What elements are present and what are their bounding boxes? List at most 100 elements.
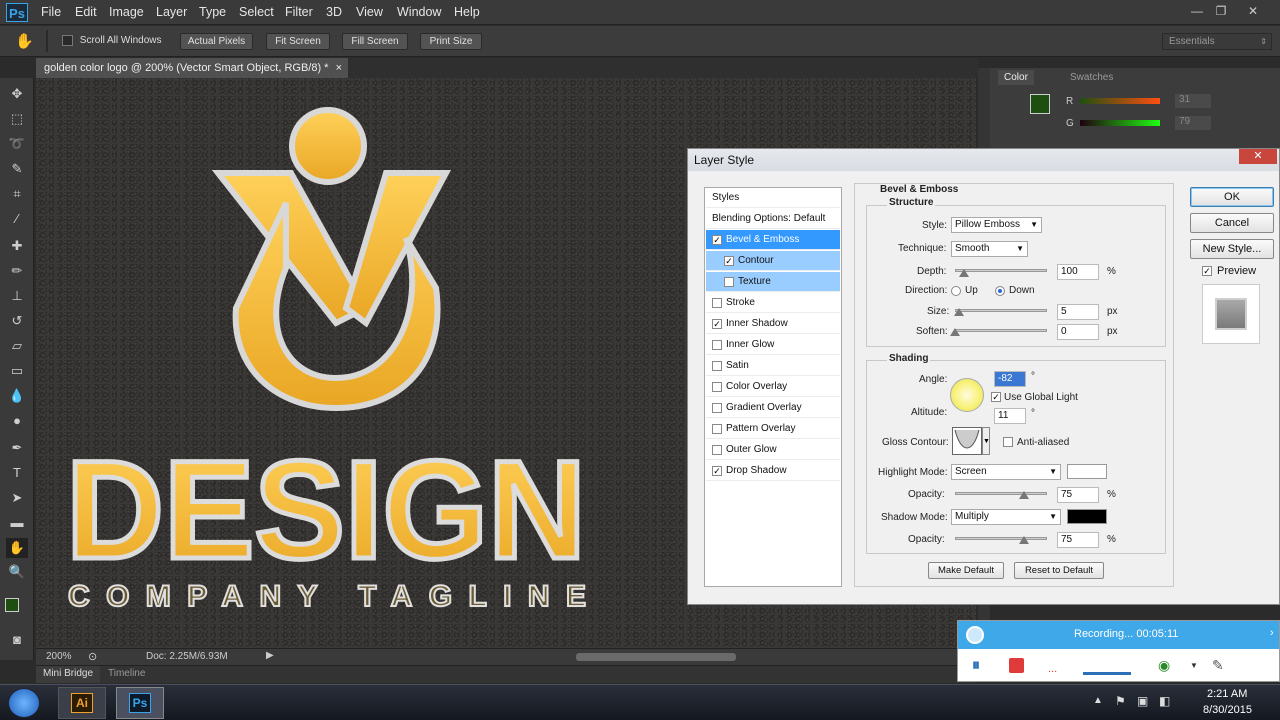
gloss-contour-dropdown-icon[interactable]: ▼ <box>982 427 990 455</box>
draw-icon[interactable]: ... <box>1048 663 1057 675</box>
menu-image[interactable]: Image <box>109 5 144 19</box>
checkbox-inner-shadow[interactable]: ✓ <box>712 319 722 329</box>
crop-tool-icon[interactable]: ⌗ <box>6 184 28 204</box>
healing-brush-icon[interactable]: ✚ <box>6 236 28 256</box>
depth-input[interactable]: 100 <box>1057 264 1099 280</box>
pause-icon[interactable]: ⏸ <box>972 657 980 675</box>
stamp-tool-icon[interactable]: ⊥ <box>6 286 28 306</box>
style-outer-glow[interactable]: Outer Glow <box>706 440 840 460</box>
shadow-opacity-input[interactable]: 75 <box>1057 532 1099 548</box>
type-tool-icon[interactable]: T <box>6 463 28 483</box>
menu-help[interactable]: Help <box>454 5 480 19</box>
close-window-icon[interactable]: ✕ <box>1242 2 1264 20</box>
restore-icon[interactable]: ❐ <box>1210 2 1232 20</box>
audio-level-icon[interactable] <box>1083 659 1131 675</box>
angle-input[interactable]: -82 <box>994 371 1026 387</box>
styles-header[interactable]: Styles <box>706 188 840 208</box>
r-value[interactable]: 31 <box>1175 94 1211 108</box>
menu-window[interactable]: Window <box>397 5 441 19</box>
dialog-title[interactable]: Layer Style <box>688 149 1279 171</box>
hand-tool-active-icon[interactable]: ✋ <box>6 538 28 558</box>
shape-tool-icon[interactable]: ▬ <box>6 513 28 533</box>
new-style-button[interactable]: New Style... <box>1190 239 1274 259</box>
soften-slider-thumb[interactable] <box>950 328 960 336</box>
style-drop-shadow[interactable]: ✓ Drop Shadow <box>706 461 840 481</box>
stop-icon[interactable] <box>1009 658 1024 673</box>
shadow-mode-select[interactable]: Multiply ▼ <box>951 509 1061 525</box>
zoom-tool-icon[interactable]: 🔍 <box>6 562 28 582</box>
style-inner-glow[interactable]: Inner Glow <box>706 335 840 355</box>
pen-icon[interactable]: ✎ <box>1212 657 1224 674</box>
direction-up-radio[interactable] <box>951 286 961 296</box>
depth-slider-thumb[interactable] <box>959 269 969 277</box>
use-global-light-checkbox[interactable]: ✓ <box>991 392 1001 402</box>
angle-dial[interactable] <box>950 378 984 412</box>
checkbox-texture[interactable] <box>724 277 734 287</box>
path-select-icon[interactable]: ➤ <box>6 488 28 508</box>
shadow-opacity-slider[interactable] <box>955 537 1047 540</box>
taskbar-illustrator[interactable]: Ai <box>58 687 106 719</box>
style-stroke[interactable]: Stroke <box>706 293 840 313</box>
menu-file[interactable]: File <box>41 5 61 19</box>
workspace-select[interactable]: Essentials ⇕ <box>1162 33 1272 50</box>
size-slider[interactable] <box>955 309 1047 312</box>
style-texture[interactable]: Texture <box>706 272 840 292</box>
close-tab-icon[interactable]: × <box>336 58 342 78</box>
direction-down-radio[interactable] <box>995 286 1005 296</box>
ok-button[interactable]: OK <box>1190 187 1274 207</box>
anti-aliased-checkbox[interactable] <box>1003 437 1013 447</box>
status-arrow-icon[interactable]: ▶ <box>266 650 274 661</box>
actual-pixels-button[interactable]: Actual Pixels <box>180 33 253 50</box>
horizontal-scrollbar[interactable] <box>576 653 736 661</box>
make-default-button[interactable]: Make Default <box>928 562 1004 579</box>
technique-select[interactable]: Smooth ▼ <box>951 241 1028 257</box>
g-value[interactable]: 79 <box>1175 116 1211 130</box>
foreground-color-swatch[interactable] <box>5 598 19 612</box>
clock-time[interactable]: 2:21 AM <box>1207 688 1247 700</box>
menu-type[interactable]: Type <box>199 5 226 19</box>
menu-3d[interactable]: 3D <box>326 5 342 19</box>
style-bevel-emboss[interactable]: ✓ Bevel & Emboss <box>706 230 840 250</box>
tray-arrow-icon[interactable]: ▲ <box>1093 695 1103 706</box>
shadow-color-swatch[interactable] <box>1067 509 1107 524</box>
pen-tool-icon[interactable]: ✒ <box>6 438 28 458</box>
gloss-contour-preview[interactable] <box>952 427 982 455</box>
fit-screen-button[interactable]: Fit Screen <box>266 33 330 50</box>
taskbar-photoshop[interactable]: Ps <box>116 687 164 719</box>
minimize-icon[interactable]: — <box>1186 2 1208 20</box>
style-contour[interactable]: ✓ Contour <box>706 251 840 271</box>
size-input[interactable]: 5 <box>1057 304 1099 320</box>
checkbox-bevel[interactable]: ✓ <box>712 235 722 245</box>
blending-options[interactable]: Blending Options: Default <box>706 209 840 229</box>
style-pattern-overlay[interactable]: Pattern Overlay <box>706 419 840 439</box>
tab-timeline[interactable]: Timeline <box>108 668 145 679</box>
menu-select[interactable]: Select <box>239 5 274 19</box>
tab-color[interactable]: Color <box>998 70 1034 85</box>
lasso-tool-icon[interactable]: ➰ <box>6 134 28 154</box>
scroll-all-checkbox[interactable] <box>62 35 73 46</box>
fg-color-chip[interactable] <box>1030 94 1050 114</box>
highlight-mode-select[interactable]: Screen ▼ <box>951 464 1061 480</box>
eraser-icon[interactable]: ▱ <box>6 336 28 356</box>
webcam-icon[interactable]: ◉ <box>1158 657 1170 674</box>
checkbox-stroke[interactable] <box>712 298 722 308</box>
tray-network-icon[interactable]: ▣ <box>1137 694 1148 708</box>
checkbox-color-overlay[interactable] <box>712 382 722 392</box>
start-button-icon[interactable] <box>8 688 40 718</box>
tray-flag-icon[interactable]: ⚑ <box>1115 694 1126 708</box>
menu-view[interactable]: View <box>356 5 383 19</box>
checkbox-satin[interactable] <box>712 361 722 371</box>
highlight-opacity-thumb[interactable] <box>1019 491 1029 499</box>
marquee-tool-icon[interactable]: ⬚ <box>6 109 28 129</box>
move-tool-icon[interactable]: ✥ <box>6 84 28 104</box>
g-slider[interactable] <box>1080 120 1160 126</box>
cancel-button[interactable]: Cancel <box>1190 213 1274 233</box>
checkbox-inner-glow[interactable] <box>712 340 722 350</box>
checkbox-pattern-overlay[interactable] <box>712 424 722 434</box>
soften-slider[interactable] <box>955 329 1047 332</box>
r-slider[interactable] <box>1080 98 1160 104</box>
tab-swatches[interactable]: Swatches <box>1070 72 1113 83</box>
style-select[interactable]: Pillow Emboss ▼ <box>951 217 1042 233</box>
reset-default-button[interactable]: Reset to Default <box>1014 562 1104 579</box>
dodge-tool-icon[interactable]: ● <box>6 411 28 431</box>
